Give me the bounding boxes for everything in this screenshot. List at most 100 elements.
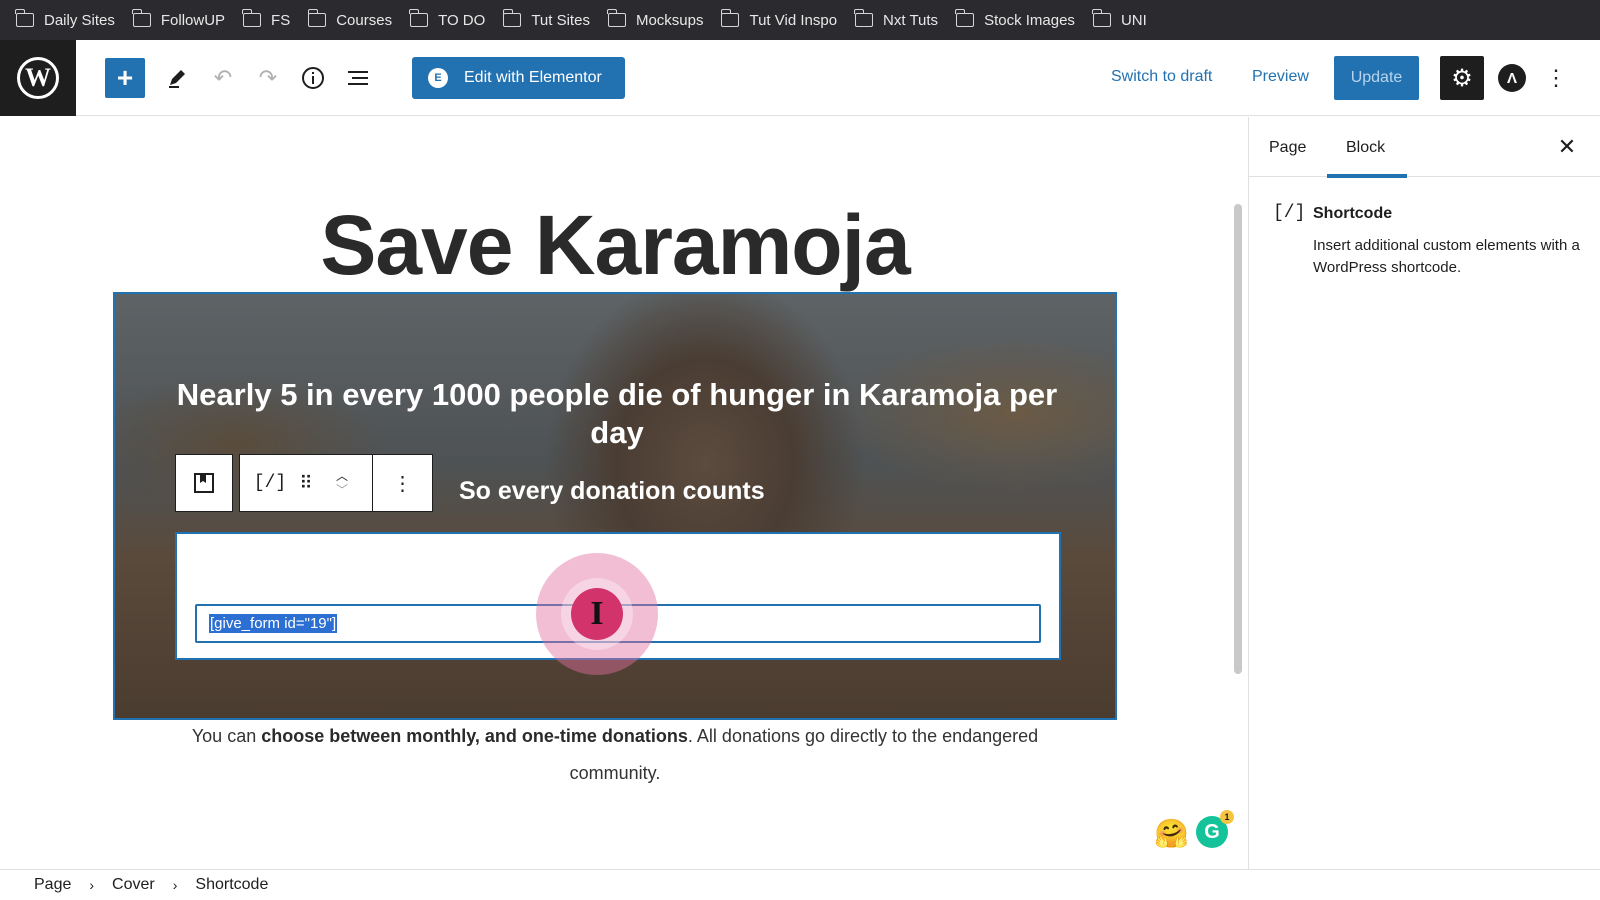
bookmark-daily-sites[interactable]: Daily Sites (15, 9, 115, 29)
active-tab-indicator (1327, 174, 1407, 178)
bookmark-label: Courses (336, 11, 393, 29)
redo-icon: ↷ (258, 65, 278, 90)
shortcode-block-icon[interactable]: [/] (252, 455, 288, 511)
block-toolbar: [/] ⠿ ︿ ﹀ ⋮ (175, 454, 439, 512)
block-card-description: Insert additional custom elements with a… (1313, 237, 1580, 276)
gear-icon: ⚙ (1451, 64, 1473, 92)
editor-canvas: Save Karamoja Nearly 5 in every 1000 peo… (0, 117, 1220, 869)
block-controls: [/] ⠿ ︿ ﹀ (239, 454, 373, 512)
text-cursor-icon: I (571, 588, 623, 640)
elementor-icon: E (428, 68, 448, 88)
info-icon (302, 67, 324, 89)
bookmark-stock-images[interactable]: Stock Images (955, 9, 1075, 29)
folder-icon (502, 9, 522, 27)
shortcode-text-selected: [give_form id="19"] (209, 614, 338, 633)
undo-icon: ↶ (213, 65, 233, 90)
cover-subheading[interactable]: So every donation counts (459, 477, 765, 506)
block-mover: ︿ ﹀ (324, 469, 360, 497)
bookmark-label: TO DO (438, 11, 486, 29)
cover-block-icon (194, 473, 214, 493)
bookmark-label: FS (271, 11, 291, 29)
bookmark-label: Tut Sites (531, 11, 590, 29)
folder-icon (1092, 9, 1111, 27)
switch-to-draft-button[interactable]: Switch to draft (1111, 68, 1212, 86)
cover-heading[interactable]: Nearly 5 in every 1000 people die of hun… (115, 376, 1115, 452)
bookmarks-bar: Daily Sites FollowUP FS Courses TO DO Tu… (0, 0, 1600, 40)
bookmark-fs[interactable]: FS (242, 9, 291, 29)
bookmark-label: Stock Images (984, 11, 1075, 29)
page-title[interactable]: Save Karamoja (0, 197, 1220, 294)
paragraph-bold-text: choose between monthly, and one-time don… (261, 726, 688, 746)
tab-page[interactable]: Page (1269, 139, 1306, 157)
vertical-ellipsis-icon: ⋮ (392, 472, 413, 495)
edit-with-elementor-button[interactable]: E Edit with Elementor (412, 57, 625, 99)
breadcrumb-item-shortcode[interactable]: Shortcode (195, 876, 268, 894)
astra-icon: Λ (1506, 69, 1517, 87)
add-block-button[interactable]: + (105, 58, 145, 98)
bookmark-uni[interactable]: UNI (1092, 9, 1147, 29)
elementor-button-label: Edit with Elementor (464, 69, 602, 86)
block-card-title: Shortcode (1313, 205, 1393, 222)
chevron-right-icon: › (89, 877, 95, 893)
folder-icon (409, 9, 429, 27)
undo-button[interactable]: ↶ (203, 58, 243, 98)
vertical-ellipsis-icon: ⋮ (1545, 65, 1567, 90)
drag-handle-icon[interactable]: ⠿ (288, 455, 324, 511)
tab-block[interactable]: Block (1346, 139, 1385, 157)
move-up-icon[interactable]: ︿ (336, 469, 348, 483)
sidebar-tabs: Page Block ✕ (1249, 117, 1600, 178)
folder-icon (720, 9, 740, 27)
bookmark-mocksups[interactable]: Mocksups (607, 9, 704, 29)
grammarly-badge: 1 (1220, 810, 1234, 824)
grammarly-icon[interactable]: G1 (1196, 810, 1234, 848)
close-icon: ✕ (1557, 134, 1577, 159)
list-view-icon (348, 71, 368, 85)
bookmark-followup[interactable]: FollowUP (132, 9, 225, 29)
more-options-button[interactable]: ⋮ (1545, 64, 1567, 92)
canvas-scrollbar[interactable] (1234, 204, 1242, 674)
block-options-button[interactable]: ⋮ (373, 454, 433, 512)
bookmark-courses[interactable]: Courses (307, 9, 393, 29)
list-view-button[interactable] (338, 58, 378, 98)
chevron-right-icon: › (172, 877, 178, 893)
redo-button[interactable]: ↷ (248, 58, 288, 98)
bookmark-to-do[interactable]: TO DO (409, 9, 486, 29)
folder-icon (307, 9, 327, 27)
bookmark-label: UNI (1120, 11, 1147, 29)
astra-settings-button[interactable]: Λ (1498, 64, 1526, 92)
block-breadcrumb: Page › Cover › Shortcode (0, 869, 1600, 900)
folder-icon (132, 9, 151, 27)
donation-paragraph[interactable]: You can choose between monthly, and one-… (150, 718, 1080, 792)
breadcrumb-item-page[interactable]: Page (34, 876, 71, 894)
breadcrumb-item-cover[interactable]: Cover (112, 876, 155, 894)
shortcode-icon: [/] (1273, 203, 1306, 223)
pencil-icon (169, 70, 185, 88)
edit-tools-button[interactable] (157, 58, 197, 98)
folder-icon (242, 9, 262, 27)
bookmark-label: Mocksups (635, 11, 704, 29)
move-down-icon[interactable]: ﹀ (336, 483, 348, 497)
bookmark-tut-sites[interactable]: Tut Sites (502, 9, 590, 29)
paragraph-text: You can (191, 726, 262, 746)
folder-icon (955, 9, 975, 27)
bookmark-label: Daily Sites (44, 11, 115, 29)
wordpress-logo-button[interactable]: W (0, 40, 76, 116)
click-indicator: I (536, 553, 658, 675)
update-button[interactable]: Update (1334, 56, 1419, 100)
details-button[interactable] (293, 58, 333, 98)
settings-sidebar: Page Block ✕ [/] Shortcode Insert additi… (1248, 117, 1600, 869)
click-indicator-inner: I (561, 578, 633, 650)
plus-icon: + (116, 62, 134, 93)
bookmark-tut-vid-inspo[interactable]: Tut Vid Inspo (720, 9, 838, 29)
bookmark-nxt-tuts[interactable]: Nxt Tuts (854, 9, 939, 29)
select-parent-button[interactable] (175, 454, 233, 512)
bookmark-label: Tut Vid Inspo (749, 11, 838, 29)
preview-button[interactable]: Preview (1252, 68, 1309, 86)
emoji-icon[interactable]: 🤗 (1154, 817, 1189, 850)
folder-icon (607, 9, 626, 27)
settings-button[interactable]: ⚙ (1440, 56, 1484, 100)
bookmark-label: Nxt Tuts (883, 11, 939, 29)
close-sidebar-button[interactable]: ✕ (1553, 133, 1581, 161)
folder-icon (15, 9, 34, 27)
folder-icon (854, 9, 874, 27)
